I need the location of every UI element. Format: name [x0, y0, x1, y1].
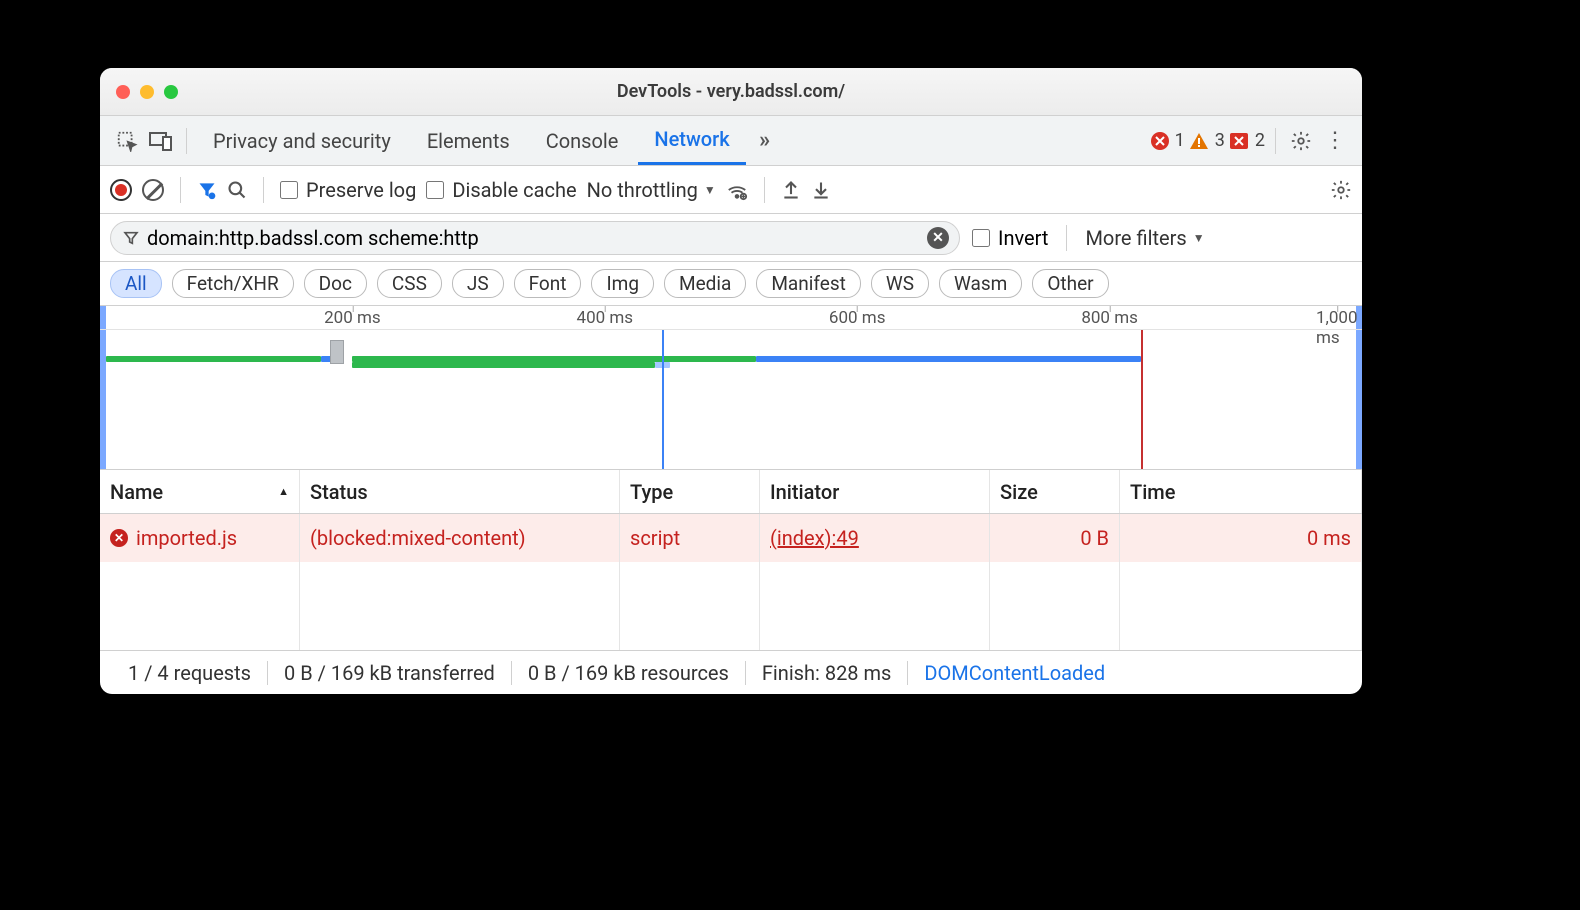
divider	[180, 177, 181, 203]
chip-js[interactable]: JS	[452, 269, 504, 298]
column-time[interactable]: Time	[1120, 470, 1362, 513]
cell-name: ✕ imported.js	[100, 514, 300, 562]
column-type[interactable]: Type	[620, 470, 760, 513]
maximize-window-button[interactable]	[164, 85, 178, 99]
timeline-ruler: 200 ms 400 ms 600 ms 800 ms 1,000 ms	[100, 306, 1362, 330]
chip-wasm[interactable]: Wasm	[939, 269, 1022, 298]
filter-bar: ✕ Invert More filters ▼	[100, 214, 1362, 262]
titlebar: DevTools - very.badssl.com/	[100, 68, 1362, 116]
chip-css[interactable]: CSS	[377, 269, 442, 298]
chip-img[interactable]: Img	[591, 269, 654, 298]
divider	[764, 177, 765, 203]
status-finish: Finish: 828 ms	[746, 661, 909, 685]
disable-cache-input[interactable]	[426, 181, 444, 199]
table-header: Name Status Type Initiator Size Time	[100, 470, 1362, 514]
chip-fetch-xhr[interactable]: Fetch/XHR	[172, 269, 294, 298]
timeline-overview[interactable]: 200 ms 400 ms 600 ms 800 ms 1,000 ms	[100, 306, 1362, 470]
divider	[1066, 225, 1067, 251]
column-name[interactable]: Name	[100, 470, 300, 513]
network-settings-icon[interactable]	[1330, 179, 1352, 201]
divider	[263, 177, 264, 203]
tab-elements[interactable]: Elements	[411, 116, 526, 165]
minimize-window-button[interactable]	[140, 85, 154, 99]
cell-initiator[interactable]: (index):49	[760, 514, 990, 562]
devtools-window: DevTools - very.badssl.com/ Privacy and …	[100, 68, 1362, 694]
traffic-lights	[116, 85, 178, 99]
table-row[interactable]: ✕ imported.js (blocked:mixed-content) sc…	[100, 514, 1362, 562]
issues-count[interactable]: 2	[1229, 130, 1265, 151]
chip-manifest[interactable]: Manifest	[756, 269, 861, 298]
warning-icon	[1189, 132, 1209, 150]
chip-other[interactable]: Other	[1032, 269, 1108, 298]
chip-ws[interactable]: WS	[871, 269, 929, 298]
window-title: DevTools - very.badssl.com/	[100, 81, 1362, 102]
chip-font[interactable]: Font	[514, 269, 582, 298]
issues-icon	[1229, 132, 1249, 150]
cell-size: 0 B	[990, 514, 1120, 562]
tab-privacy-and-security[interactable]: Privacy and security	[197, 116, 407, 165]
invert-checkbox[interactable]: Invert	[972, 226, 1048, 250]
type-filter-chips: All Fetch/XHR Doc CSS JS Font Img Media …	[100, 262, 1362, 306]
cell-status: (blocked:mixed-content)	[300, 514, 620, 562]
tab-network[interactable]: Network	[638, 116, 745, 165]
cell-time: 0 ms	[1120, 514, 1362, 562]
table-empty-area	[100, 562, 1362, 650]
chip-media[interactable]: Media	[664, 269, 746, 298]
export-har-icon[interactable]	[781, 179, 801, 201]
close-window-button[interactable]	[116, 85, 130, 99]
search-icon[interactable]	[227, 180, 247, 200]
kebab-menu-icon[interactable]: ⋮	[1320, 126, 1350, 156]
status-requests: 1 / 4 requests	[112, 661, 268, 685]
inspect-element-icon[interactable]	[112, 126, 142, 156]
import-har-icon[interactable]	[811, 179, 831, 201]
clear-filter-icon[interactable]: ✕	[927, 227, 949, 249]
domcontentloaded-line	[662, 330, 664, 469]
chevron-down-icon: ▼	[704, 183, 716, 197]
timeline-bars	[100, 350, 1362, 370]
filter-box[interactable]: ✕	[110, 221, 960, 255]
network-toolbar: Preserve log Disable cache No throttling…	[100, 166, 1362, 214]
status-resources: 0 B / 169 kB resources	[512, 661, 746, 685]
warning-count[interactable]: 3	[1189, 130, 1225, 151]
column-size[interactable]: Size	[990, 470, 1120, 513]
disable-cache-checkbox[interactable]: Disable cache	[426, 178, 576, 202]
tabstrip: Privacy and security Elements Console Ne…	[100, 116, 1362, 166]
more-filters-button[interactable]: More filters ▼	[1085, 226, 1204, 250]
invert-input[interactable]	[972, 229, 990, 247]
status-transferred: 0 B / 169 kB transferred	[268, 661, 512, 685]
divider	[1275, 128, 1276, 154]
network-conditions-icon[interactable]	[726, 179, 748, 201]
error-count[interactable]: 1	[1151, 130, 1185, 151]
timeline-marker[interactable]	[330, 340, 344, 364]
chevron-down-icon: ▼	[1193, 231, 1205, 245]
column-initiator[interactable]: Initiator	[760, 470, 990, 513]
column-status[interactable]: Status	[300, 470, 620, 513]
chip-doc[interactable]: Doc	[304, 269, 367, 298]
load-line	[1141, 330, 1143, 469]
filter-input[interactable]	[147, 226, 919, 250]
device-toolbar-icon[interactable]	[146, 126, 176, 156]
filter-toggle-icon[interactable]	[197, 180, 217, 200]
record-button[interactable]	[110, 179, 132, 201]
throttling-select[interactable]: No throttling ▼	[587, 178, 716, 202]
status-domcontentloaded[interactable]: DOMContentLoaded	[908, 661, 1121, 685]
timeline-left-handle[interactable]	[100, 306, 106, 469]
network-table: Name Status Type Initiator Size Time ✕ i…	[100, 470, 1362, 650]
cell-type: script	[620, 514, 760, 562]
chip-all[interactable]: All	[110, 269, 162, 298]
filter-icon	[123, 230, 139, 246]
preserve-log-checkbox[interactable]: Preserve log	[280, 178, 416, 202]
tab-console[interactable]: Console	[530, 116, 635, 165]
divider	[186, 128, 187, 154]
settings-icon[interactable]	[1286, 126, 1316, 156]
preserve-log-input[interactable]	[280, 181, 298, 199]
clear-button[interactable]	[142, 179, 164, 201]
more-tabs-button[interactable]: »	[750, 126, 780, 156]
status-bar: 1 / 4 requests 0 B / 169 kB transferred …	[100, 650, 1362, 694]
error-icon	[1151, 132, 1169, 150]
blocked-icon: ✕	[110, 529, 128, 547]
